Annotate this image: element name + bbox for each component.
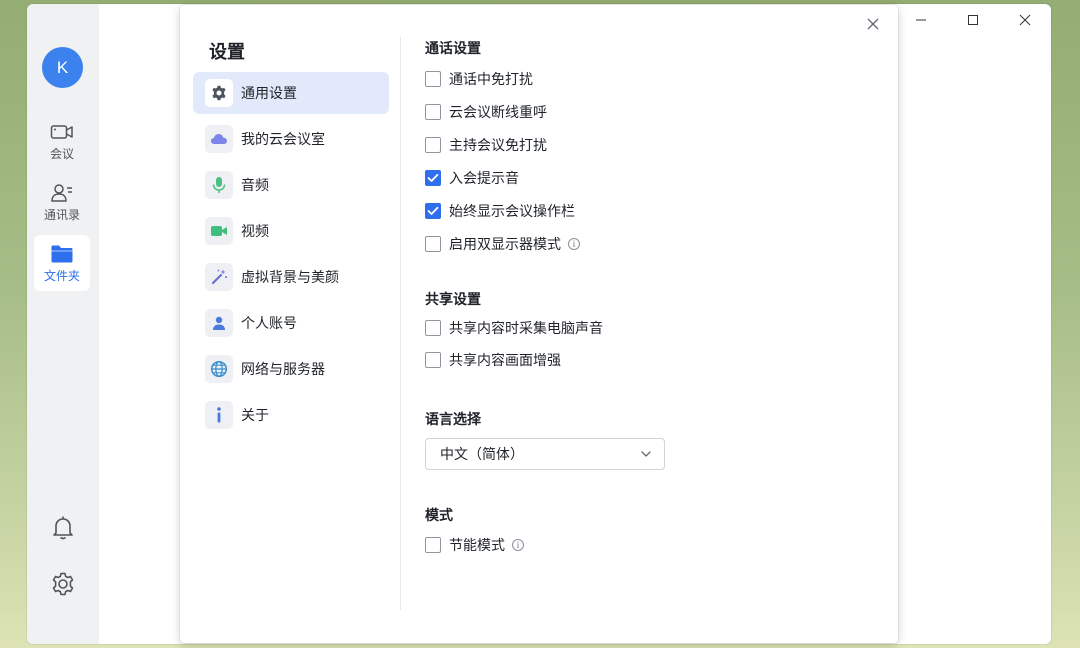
nav-label: 音频 <box>241 178 269 194</box>
option-label: 始终显示会议操作栏 <box>449 204 575 220</box>
left-rail: K 会议 通讯录 文件夹 <box>27 4 99 644</box>
option-label: 主持会议免打扰 <box>449 138 547 154</box>
option-host-dnd[interactable]: 主持会议免打扰 <box>425 135 547 155</box>
nav-item-audio[interactable]: 音频 <box>193 164 389 206</box>
nav-item-virtual-background[interactable]: 虚拟背景与美颜 <box>193 256 389 298</box>
option-join-sound[interactable]: 入会提示音 <box>425 168 519 188</box>
divider <box>400 37 401 610</box>
checkbox[interactable] <box>425 537 441 553</box>
rail-label-meetings: 会议 <box>49 146 74 161</box>
checkbox-checked[interactable] <box>425 170 441 186</box>
rail-label-contacts: 通讯录 <box>43 207 80 222</box>
gear-icon <box>205 79 233 107</box>
rail-item-folder[interactable]: 文件夹 <box>34 235 90 291</box>
option-label: 启用双显示器模式 <box>449 237 561 253</box>
close-icon[interactable] <box>860 11 886 37</box>
checkbox[interactable] <box>425 352 441 368</box>
option-label: 共享内容画面增强 <box>449 353 561 369</box>
video-camera-icon <box>205 217 233 245</box>
avatar[interactable]: K <box>42 47 83 88</box>
info-icon[interactable]: i <box>568 238 580 250</box>
settings-dialog: 设置 通用设置 我的云会议室 音频 视频 虚拟背景与美颜 个人账号 网络与服务器… <box>180 5 898 643</box>
rail-item-contacts[interactable]: 通讯录 <box>34 174 90 230</box>
checkbox[interactable] <box>425 137 441 153</box>
checkbox[interactable] <box>425 71 441 87</box>
settings-title: 设置 <box>209 42 245 63</box>
option-share-audio[interactable]: 共享内容时采集电脑声音 <box>425 318 603 338</box>
info-icon <box>205 401 233 429</box>
nav-label: 个人账号 <box>241 316 297 332</box>
nav-item-account[interactable]: 个人账号 <box>193 302 389 344</box>
maximize-icon[interactable] <box>947 4 999 36</box>
option-call-dnd[interactable]: 通话中免打扰 <box>425 69 533 89</box>
folder-icon <box>49 243 75 265</box>
close-icon[interactable] <box>999 4 1051 36</box>
minimize-icon[interactable] <box>895 4 947 36</box>
nav-item-network[interactable]: 网络与服务器 <box>193 348 389 390</box>
magic-wand-icon <box>205 263 233 291</box>
section-title-language: 语言选择 <box>425 412 481 428</box>
section-title-share: 共享设置 <box>425 292 481 308</box>
option-share-enhance[interactable]: 共享内容画面增强 <box>425 350 561 370</box>
checkbox[interactable] <box>425 320 441 336</box>
option-label: 通话中免打扰 <box>449 72 533 88</box>
checkbox-checked[interactable] <box>425 203 441 219</box>
info-icon[interactable]: i <box>512 539 524 551</box>
gear-icon[interactable] <box>49 570 77 598</box>
window-controls <box>895 4 1051 36</box>
option-label: 节能模式 <box>449 538 505 554</box>
checkmark-icon <box>427 173 439 182</box>
section-title-call: 通话设置 <box>425 41 481 57</box>
nav-label: 视频 <box>241 224 269 240</box>
nav-label: 我的云会议室 <box>241 132 325 148</box>
option-dual-monitor[interactable]: 启用双显示器模式 i <box>425 234 580 254</box>
nav-label: 网络与服务器 <box>241 362 325 378</box>
contacts-icon <box>49 182 75 204</box>
chevron-down-icon <box>640 448 652 464</box>
language-select[interactable]: 中文（简体） <box>425 438 665 470</box>
option-label: 共享内容时采集电脑声音 <box>449 321 603 337</box>
option-always-show-toolbar[interactable]: 始终显示会议操作栏 <box>425 201 575 221</box>
option-label: 云会议断线重呼 <box>449 105 547 121</box>
cloud-icon <box>205 125 233 153</box>
person-icon <box>205 309 233 337</box>
option-power-saving[interactable]: 节能模式 i <box>425 535 524 555</box>
rail-label-folder: 文件夹 <box>43 268 80 283</box>
nav-label: 关于 <box>241 408 269 424</box>
nav-label: 通用设置 <box>241 86 297 102</box>
rail-item-meetings[interactable]: 会议 <box>34 113 90 169</box>
nav-label: 虚拟背景与美颜 <box>241 270 339 286</box>
settings-nav: 通用设置 我的云会议室 音频 视频 虚拟背景与美颜 个人账号 网络与服务器 关于 <box>193 72 389 440</box>
bell-icon[interactable] <box>49 514 77 542</box>
section-title-mode: 模式 <box>425 508 453 524</box>
language-select-value: 中文（简体） <box>440 447 524 463</box>
nav-item-about[interactable]: 关于 <box>193 394 389 436</box>
video-camera-icon <box>49 121 75 143</box>
checkbox[interactable] <box>425 236 441 252</box>
checkbox[interactable] <box>425 104 441 120</box>
option-reconnect-call[interactable]: 云会议断线重呼 <box>425 102 547 122</box>
nav-item-cloud-room[interactable]: 我的云会议室 <box>193 118 389 160</box>
globe-icon <box>205 355 233 383</box>
microphone-icon <box>205 171 233 199</box>
nav-item-general[interactable]: 通用设置 <box>193 72 389 114</box>
nav-item-video[interactable]: 视频 <box>193 210 389 252</box>
checkmark-icon <box>427 206 439 215</box>
option-label: 入会提示音 <box>449 171 519 187</box>
